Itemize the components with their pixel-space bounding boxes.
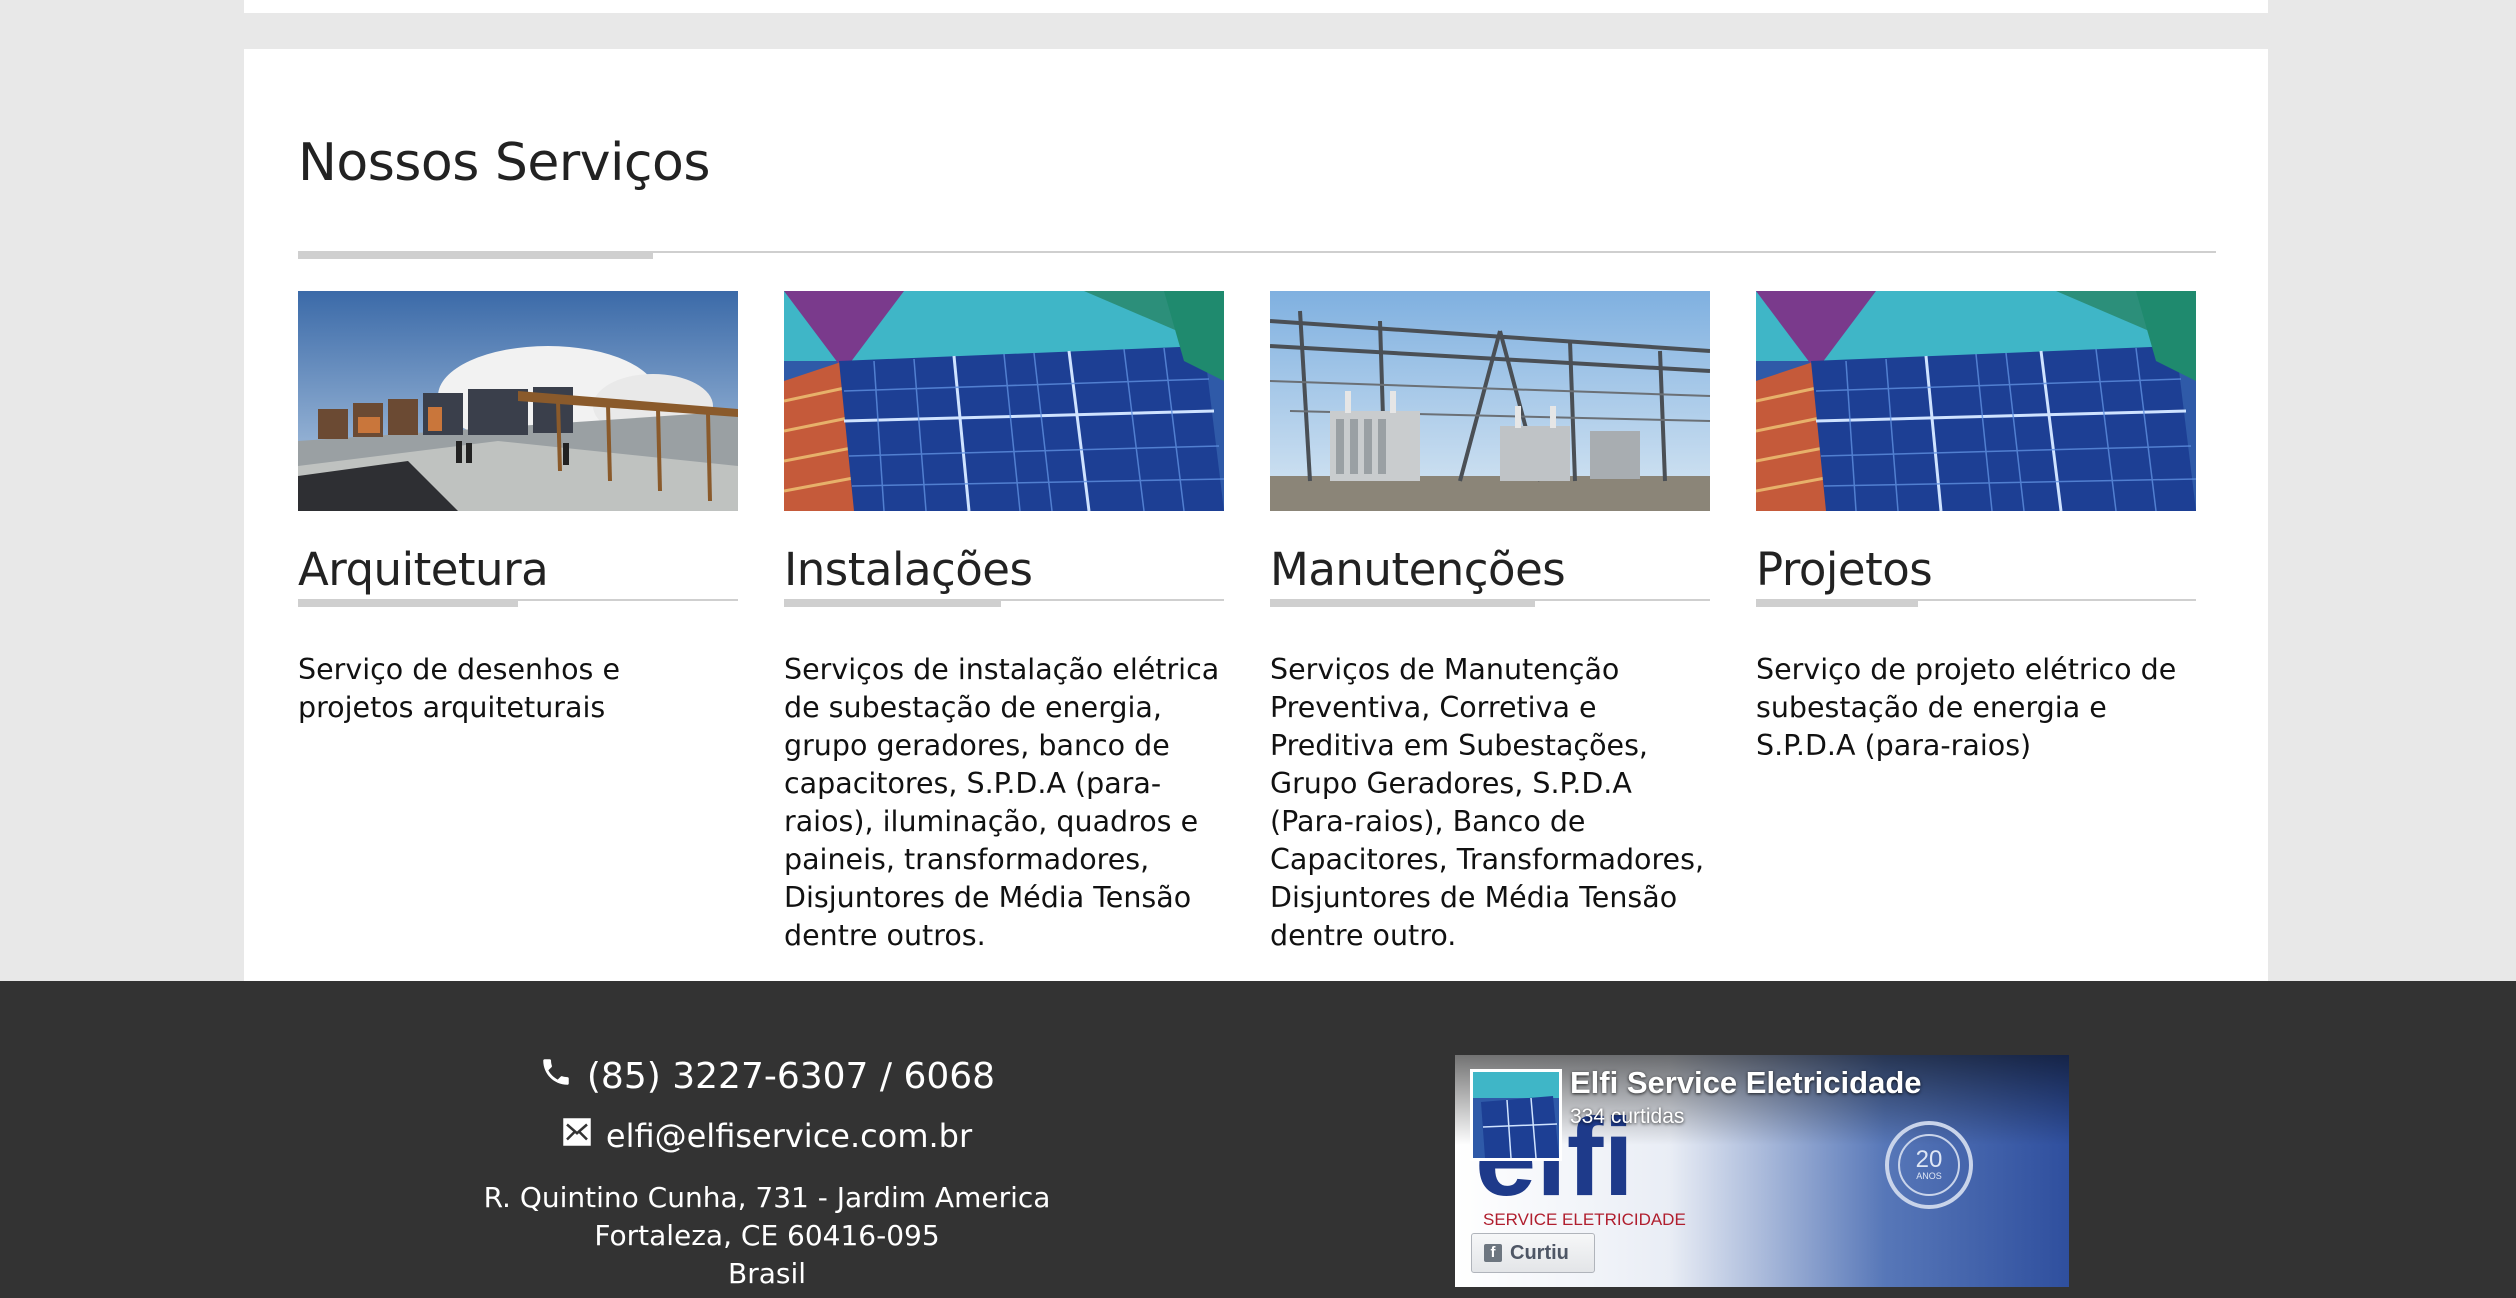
address-city: Fortaleza, CE 60416-095	[594, 1219, 940, 1252]
services-panel: Nossos Serviços Arquitetura Serviço de d…	[244, 49, 2268, 981]
service-title-wrap: Instalações	[784, 543, 1224, 607]
top-content-panel	[244, 0, 2268, 13]
facebook-like-count: 334 curtidas	[1570, 1105, 1685, 1128]
service-description: Serviço de desenhos e projetos arquitetu…	[298, 653, 620, 724]
title-underline	[1756, 599, 1918, 607]
svg-text:SERVICE ELETRICIDADE: SERVICE ELETRICIDADE	[1483, 1210, 1686, 1229]
svg-text:ANOS: ANOS	[1916, 1171, 1942, 1181]
address-street: R. Quintino Cunha, 731 - Jardim America	[483, 1181, 1051, 1214]
title-underline	[298, 599, 518, 607]
phone-line: (85) 3227-6307 / 6068	[367, 1055, 1167, 1098]
service-description: Serviço de projeto elétrico de subestaçã…	[1756, 653, 2177, 762]
service-title[interactable]: Projetos	[1756, 543, 1933, 596]
solar-panels-image[interactable]	[784, 291, 1224, 511]
service-title[interactable]: Arquitetura	[298, 543, 549, 596]
title-underline	[784, 599, 1001, 607]
substation-image[interactable]	[1270, 291, 1710, 511]
address-country: Brasil	[727, 1257, 807, 1290]
service-title-wrap: Projetos	[1756, 543, 2196, 607]
like-button-label: Curtiu	[1510, 1241, 1569, 1264]
service-description: Serviços de instalação elétrica de subes…	[784, 653, 1220, 952]
facebook-page-avatar[interactable]	[1470, 1069, 1562, 1161]
facebook-page-widget[interactable]: elfi SERVICE ELETRICIDADE 20 ANOS Elfi S…	[1455, 1055, 2069, 1287]
site-footer: (85) 3227-6307 / 6068 elfi@elfiservice.c…	[0, 981, 2516, 1298]
service-title-wrap: Arquitetura	[298, 543, 738, 607]
email-link[interactable]: elfi@elfiservice.com.br	[606, 1117, 972, 1155]
architecture-render-image[interactable]	[298, 291, 738, 511]
service-card-arquitetura: Arquitetura Serviço de desenhos e projet…	[298, 291, 738, 727]
services-heading: Nossos Serviços	[298, 133, 2216, 259]
phone-number[interactable]: (85) 3227-6307 / 6068	[587, 1056, 995, 1097]
service-title[interactable]: Manutenções	[1270, 543, 1566, 596]
service-card-projetos: Projetos Serviço de projeto elétrico de …	[1756, 291, 2196, 765]
heading-underline	[298, 251, 653, 259]
facebook-like-button[interactable]: f Curtiu	[1471, 1233, 1595, 1273]
facebook-icon: f	[1484, 1244, 1502, 1262]
phone-icon	[539, 1055, 573, 1098]
envelope-icon	[562, 1117, 592, 1155]
service-description: Serviços de Manutenção Preventiva, Corre…	[1270, 653, 1704, 952]
email-line: elfi@elfiservice.com.br	[367, 1117, 1167, 1155]
solar-panels-image[interactable]	[1756, 291, 2196, 511]
service-title-wrap: Manutenções	[1270, 543, 1710, 607]
service-card-instalacoes: Instalações Serviços de instalação elétr…	[784, 291, 1224, 955]
svg-text:20: 20	[1916, 1146, 1943, 1173]
title-underline	[1270, 599, 1535, 607]
service-title[interactable]: Instalações	[784, 543, 1033, 596]
service-card-manutencoes: Manutenções Serviços de Manutenção Preve…	[1270, 291, 1710, 955]
services-title: Nossos Serviços	[298, 133, 710, 193]
facebook-page-name[interactable]: Elfi Service Eletricidade	[1570, 1065, 1922, 1101]
